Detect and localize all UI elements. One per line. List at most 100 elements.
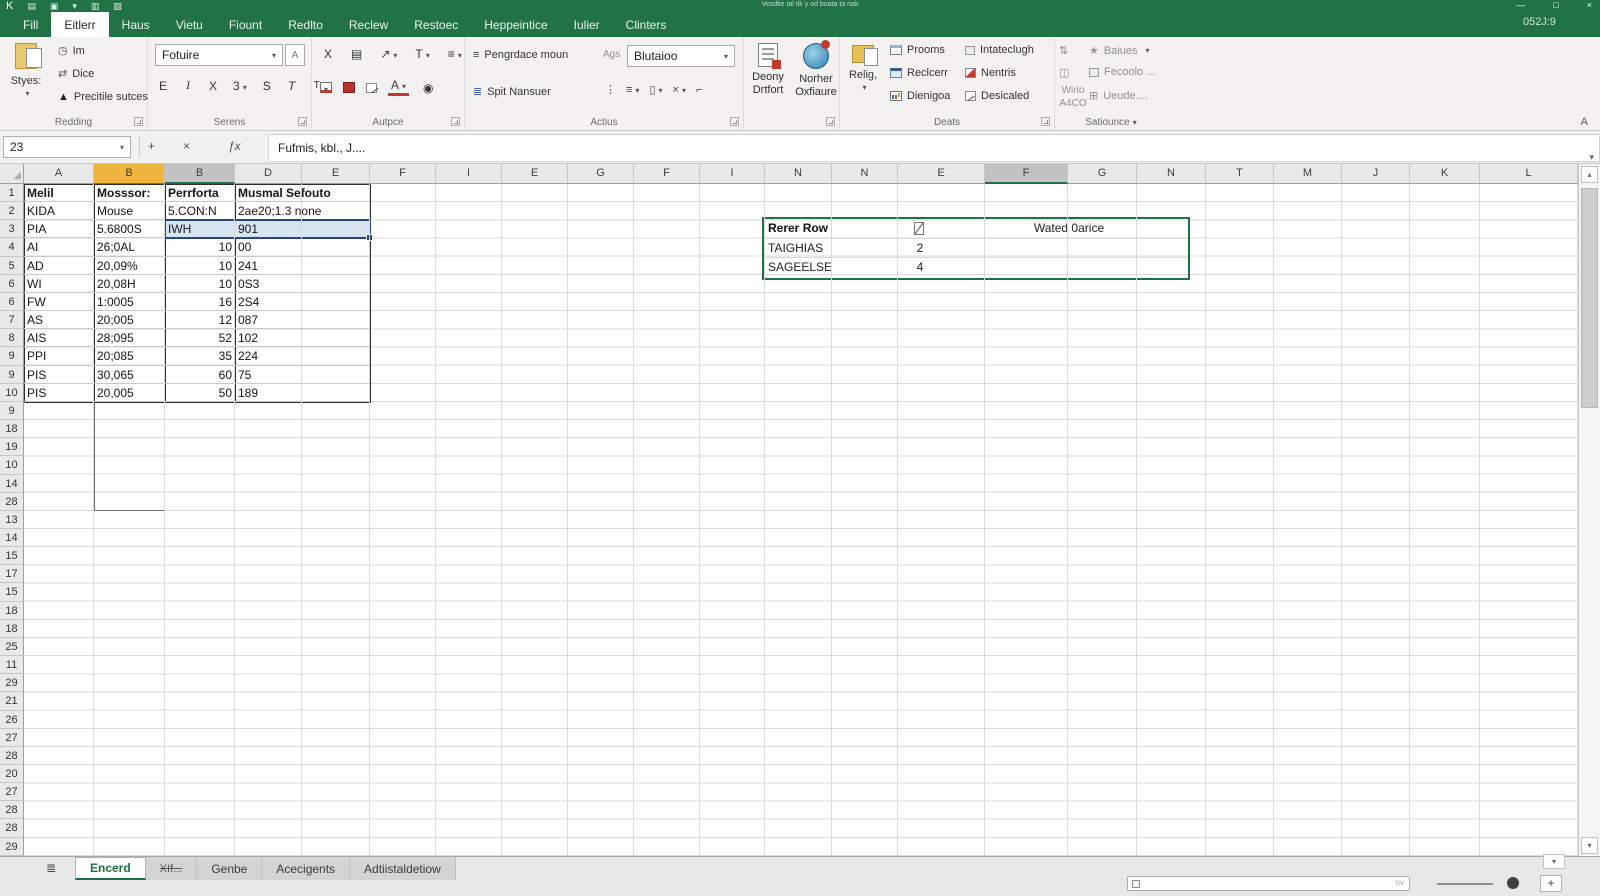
col-header-F-9[interactable]: F — [634, 164, 700, 184]
fecoolo-button[interactable]: Fecoolo ... — [1089, 66, 1155, 78]
dialog-launcher-icon[interactable] — [451, 117, 460, 126]
col-header-J-19[interactable]: J — [1342, 164, 1410, 184]
ribbon-tab-eitlerr[interactable]: Eitlerr — [51, 12, 109, 37]
row-header-25[interactable]: 18 — [0, 619, 24, 638]
sheet-grid[interactable]: Melil Mosssor: Perrforta Musmal Sefouto KIDA… — [24, 184, 1578, 856]
precitile-button[interactable]: ▲ Precitile sutces — [58, 91, 148, 103]
dialog-launcher-icon[interactable] — [826, 117, 835, 126]
row-header-18[interactable]: 28 — [0, 492, 24, 511]
cell-r9-c3[interactable]: 52 — [165, 329, 235, 348]
cell-r2-c4[interactable]: 2ae20;1.3 none — [235, 202, 370, 221]
cell-r6-c2[interactable]: 20,08H — [94, 275, 165, 293]
cell-r3-c1[interactable]: PIA — [24, 220, 94, 239]
cell-r2-c2[interactable]: Mouse — [94, 202, 165, 221]
window-split-button[interactable]: ◫ — [1059, 66, 1069, 79]
format-button-1[interactable]: I — [180, 77, 196, 94]
col-header-I-6[interactable]: I — [436, 164, 502, 184]
cell-r2-c3[interactable]: 5.CON:N — [165, 202, 235, 221]
format-button-4[interactable]: S — [259, 78, 275, 94]
name-box[interactable]: 23 ▾ — [3, 136, 131, 158]
side-table-title[interactable]: Rerer Row — [768, 219, 828, 238]
zoom-in-button[interactable]: + — [1540, 875, 1562, 892]
ribbon-tab-clinters[interactable]: Clinters — [613, 12, 680, 37]
text-icon[interactable]: T — [412, 46, 432, 62]
row-header-13[interactable]: 9 — [0, 401, 24, 421]
prooms-button[interactable]: Prooms — [890, 44, 945, 56]
scroll-down-icon[interactable]: ▾ — [1581, 837, 1598, 854]
dienigoa-button[interactable]: Dienigoa — [890, 90, 950, 102]
cell-r11-c3[interactable]: 60 — [165, 366, 235, 384]
side-table-header-right[interactable]: Wated 0arice — [994, 219, 1144, 238]
row-header-36[interactable]: 28 — [0, 819, 24, 838]
col-header-N-11[interactable]: N — [765, 164, 832, 184]
row-header-4[interactable]: 4 — [0, 238, 24, 257]
row-header-11[interactable]: 9 — [0, 365, 24, 384]
function-icon[interactable]: ƒx — [228, 139, 241, 153]
maximize-button[interactable]: □ — [1553, 0, 1558, 11]
ribbon-tab-fill[interactable]: Fill — [10, 12, 51, 37]
row-header-15[interactable]: 19 — [0, 438, 24, 457]
cell-r3-c4[interactable]: 901 — [235, 220, 370, 239]
row-header-22[interactable]: 17 — [0, 565, 24, 584]
font-name-dropdown[interactable]: Fotuire — [155, 44, 283, 66]
insert-plus-icon[interactable]: + — [148, 139, 155, 153]
cell-r7-c3[interactable]: 16 — [165, 293, 235, 312]
dialog-launcher-icon[interactable] — [1041, 117, 1050, 126]
row-header-37[interactable]: 29 — [0, 837, 24, 856]
cell-r5-c1[interactable]: AD — [24, 257, 94, 275]
col-header-E-7[interactable]: E — [502, 164, 568, 184]
row-header-19[interactable]: 13 — [0, 510, 24, 529]
ribbon-tab-vietu[interactable]: Vietu — [163, 12, 216, 37]
pen-icon[interactable] — [366, 82, 377, 93]
cell-r10-c3[interactable]: 35 — [165, 347, 235, 366]
fill-color-icon[interactable] — [343, 82, 355, 93]
row-header-1[interactable]: 1 — [0, 184, 24, 203]
cell-r12-c3[interactable]: 50 — [165, 384, 235, 402]
row-header-6[interactable]: 6 — [0, 274, 24, 293]
col-header-N-12[interactable]: N — [832, 164, 898, 184]
spit-nansuer-button[interactable]: ≣ Spit Nansuer — [473, 85, 551, 99]
cell-r8-c3[interactable]: 12 — [165, 311, 235, 330]
cell-r9-c4[interactable]: 102 — [235, 329, 370, 348]
side-table-value[interactable]: 4 — [912, 258, 928, 277]
cell-r4-c3[interactable]: 10 — [165, 238, 235, 257]
undo-icon[interactable]: ▣ — [50, 0, 59, 12]
row-header-24[interactable]: 18 — [0, 601, 24, 620]
ribbon-tab-heppeintice[interactable]: Heppeintice — [471, 12, 560, 37]
cell-r5-c2[interactable]: 20,09% — [94, 257, 165, 275]
row-header-14[interactable]: 18 — [0, 420, 24, 439]
eye-icon[interactable]: ◉ — [420, 80, 436, 96]
sheet-tab-xif[interactable]: XIf... — [146, 857, 198, 880]
scroll-down-box-icon[interactable]: ▾ — [1543, 854, 1565, 869]
align-list-icon[interactable]: ≡ — [445, 46, 465, 62]
col-header-F-5[interactable]: F — [370, 164, 436, 184]
cell-r4-c1[interactable]: AI — [24, 238, 94, 257]
dice-button[interactable]: ⇄ Dice — [58, 67, 94, 81]
col-header-D-3[interactable]: D — [235, 164, 302, 184]
col-header-F-14[interactable]: F — [985, 164, 1068, 184]
cell-r12-c1[interactable]: PIS — [24, 384, 94, 402]
cell-r12-c4[interactable]: 189 — [235, 384, 370, 402]
reclcerr-button[interactable]: Reclcerr — [890, 67, 948, 79]
cell-r10-c2[interactable]: 20;085 — [94, 347, 165, 366]
row-header-30[interactable]: 26 — [0, 710, 24, 729]
row-header-7[interactable]: 6 — [0, 292, 24, 312]
ueude-button[interactable]: ⊞ Ueude.... — [1089, 89, 1148, 103]
row-header-26[interactable]: 25 — [0, 637, 24, 657]
cell-r8-c2[interactable]: 20;005 — [94, 311, 165, 330]
cell-r11-c1[interactable]: PIS — [24, 366, 94, 384]
cell-r7-c1[interactable]: FW — [24, 293, 94, 312]
cell-r7-c4[interactable]: 2S4 — [235, 293, 370, 312]
scroll-up-icon[interactable]: ▴ — [1581, 166, 1598, 183]
side-table-label[interactable]: TAIGHIAS — [768, 239, 823, 258]
align-icon[interactable]: ≡ — [626, 84, 639, 96]
cell-r2-c1[interactable]: KIDA — [24, 202, 94, 221]
row-header-31[interactable]: 27 — [0, 728, 24, 747]
scrollbar-thumb[interactable] — [1581, 188, 1598, 408]
cell-r12-c2[interactable]: 20,005 — [94, 384, 165, 402]
status-search-pill[interactable]: ov — [1127, 876, 1410, 891]
col-header-G-8[interactable]: G — [568, 164, 634, 184]
close-button[interactable]: × — [1587, 0, 1592, 11]
zoom-slider[interactable] — [1437, 883, 1493, 885]
dialog-launcher-icon[interactable] — [298, 117, 307, 126]
